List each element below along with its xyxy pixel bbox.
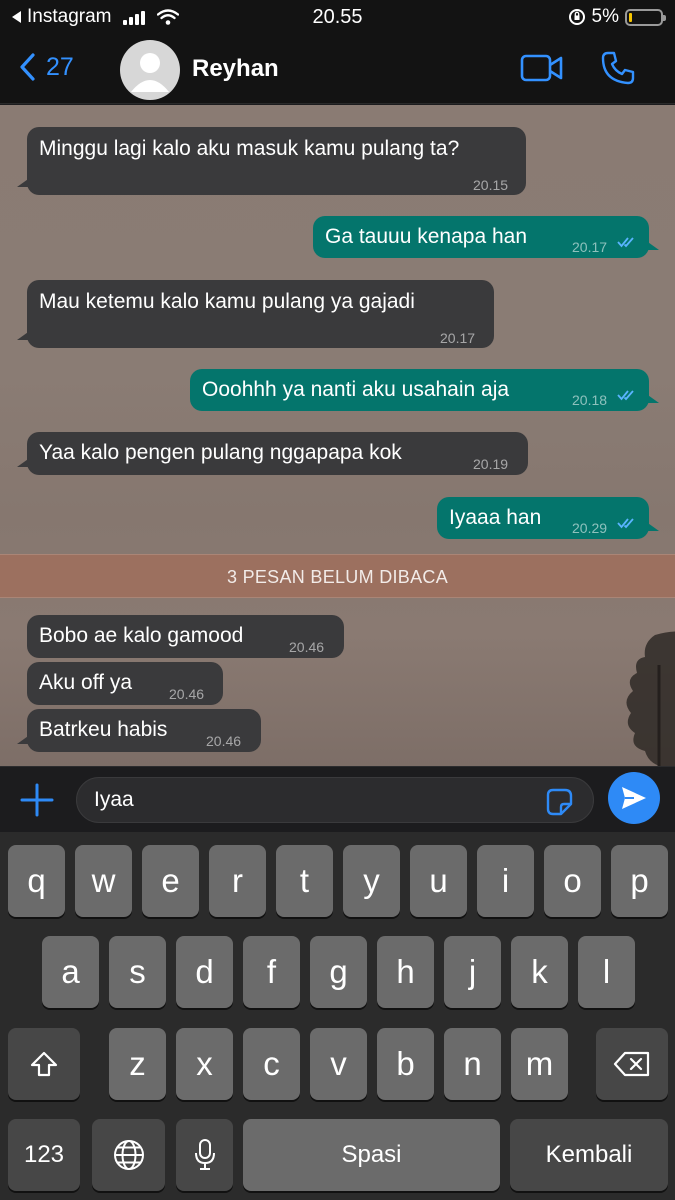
orientation-lock-icon <box>568 9 585 25</box>
message-time: 20.18 <box>572 392 608 408</box>
message-bubble-incoming[interactable]: Aku off ya 20.46 <box>27 662 223 705</box>
key-i[interactable]: i <box>477 845 534 917</box>
key-u[interactable]: u <box>410 845 467 917</box>
message-text: Yaa kalo pengen pulang nggapapa kok <box>39 441 402 464</box>
unread-messages-banner: 3 PESAN BELUM DIBACA <box>0 554 675 598</box>
key-z[interactable]: z <box>109 1028 166 1100</box>
message-input-bar <box>0 766 675 832</box>
microphone-icon <box>194 1139 215 1170</box>
message-text: Mau ketemu kalo kamu pulang ya gajadi <box>39 290 415 313</box>
key-h[interactable]: h <box>377 936 434 1008</box>
message-time: 20.29 <box>572 520 608 536</box>
send-button[interactable] <box>608 772 660 824</box>
battery-level <box>629 12 632 22</box>
status-right: 5% <box>568 6 666 28</box>
shift-icon <box>30 1051 58 1077</box>
wallpaper-tree-silhouette <box>626 631 675 766</box>
key-p[interactable]: p <box>611 845 668 917</box>
key-y[interactable]: y <box>343 845 400 917</box>
backspace-icon <box>613 1051 650 1077</box>
key-t[interactable]: t <box>276 845 333 917</box>
key-k[interactable]: k <box>511 936 568 1008</box>
key-d[interactable]: d <box>176 936 233 1008</box>
message-bubble-outgoing[interactable]: Ga tauuu kenapa han 20.17 <box>313 216 659 258</box>
key-o[interactable]: o <box>544 845 601 917</box>
message-bubble-incoming[interactable]: Batrkeu habis 20.46 <box>17 709 261 752</box>
key-n[interactable]: n <box>444 1028 501 1100</box>
globe-icon <box>113 1140 144 1170</box>
key-r[interactable]: r <box>209 845 266 917</box>
key-q[interactable]: q <box>8 845 65 917</box>
default-avatar-icon <box>131 53 169 92</box>
message-time: 20.19 <box>473 456 509 472</box>
key-w[interactable]: w <box>75 845 132 917</box>
keyboard: q w e r t y u i o p a s d f g h j k l z … <box>0 832 675 1200</box>
numbers-key[interactable]: 123 <box>8 1119 80 1191</box>
back-button[interactable]: 27 <box>18 52 74 82</box>
key-l[interactable]: l <box>578 936 635 1008</box>
chevron-left-icon <box>20 53 35 81</box>
key-e[interactable]: e <box>142 845 199 917</box>
message-bubble-outgoing[interactable]: Ooohhh ya nanti aku usahain aja 20.18 <box>190 369 659 411</box>
message-text: Batrkeu habis <box>39 718 168 741</box>
contact-name[interactable]: Reyhan <box>192 55 279 83</box>
key-a[interactable]: a <box>42 936 99 1008</box>
globe-key[interactable] <box>92 1119 165 1191</box>
key-m[interactable]: m <box>511 1028 568 1100</box>
message-text: Ga tauuu kenapa han <box>325 225 528 248</box>
chat-area[interactable]: Minggu lagi kalo aku masuk kamu pulang t… <box>0 105 675 766</box>
status-bar: Instagram 20.55 5% <box>0 0 675 34</box>
key-g[interactable]: g <box>310 936 367 1008</box>
key-c[interactable]: c <box>243 1028 300 1100</box>
message-time: 20.17 <box>440 330 476 346</box>
key-b[interactable]: b <box>377 1028 434 1100</box>
shift-key[interactable] <box>8 1028 80 1100</box>
message-bubble-incoming[interactable]: Yaa kalo pengen pulang nggapapa kok 20.1… <box>17 432 528 475</box>
key-f[interactable]: f <box>243 936 300 1008</box>
message-bubble-incoming[interactable]: Mau ketemu kalo kamu pulang ya gajadi 20… <box>17 280 494 348</box>
message-text: Ooohhh ya nanti aku usahain aja <box>202 378 510 401</box>
message-text: Bobo ae kalo gamood <box>39 624 244 647</box>
read-ticks-icon <box>617 237 634 248</box>
message-text: Iyaaa han <box>449 506 542 529</box>
dictation-key[interactable] <box>176 1119 233 1191</box>
message-time: 20.15 <box>473 177 509 193</box>
send-icon <box>622 787 646 809</box>
unread-count: 27 <box>46 52 74 81</box>
message-bubble-incoming[interactable]: Minggu lagi kalo aku masuk kamu pulang t… <box>17 127 526 195</box>
plus-icon[interactable] <box>20 783 54 817</box>
space-key[interactable]: Spasi <box>243 1119 500 1191</box>
avatar[interactable] <box>120 40 180 100</box>
message-time: 20.46 <box>169 686 205 702</box>
key-x[interactable]: x <box>176 1028 233 1100</box>
chat-header: 27 Reyhan <box>0 34 675 104</box>
message-text: Minggu lagi kalo aku masuk kamu pulang t… <box>39 137 460 160</box>
message-time: 20.46 <box>206 733 242 749</box>
key-s[interactable]: s <box>109 936 166 1008</box>
return-key[interactable]: Kembali <box>510 1119 668 1191</box>
message-time: 20.17 <box>572 239 608 255</box>
sticker-icon[interactable] <box>544 787 574 817</box>
read-ticks-icon <box>617 390 634 401</box>
backspace-key[interactable] <box>596 1028 668 1100</box>
phone-icon[interactable] <box>600 50 636 86</box>
key-v[interactable]: v <box>310 1028 367 1100</box>
battery-icon <box>625 8 666 26</box>
message-bubble-outgoing[interactable]: Iyaaa han 20.29 <box>437 497 659 539</box>
message-time: 20.46 <box>289 639 325 655</box>
key-j[interactable]: j <box>444 936 501 1008</box>
video-camera-icon[interactable] <box>520 54 564 82</box>
message-text: Aku off ya <box>39 671 133 694</box>
message-input[interactable] <box>76 777 594 823</box>
message-bubble-incoming[interactable]: Bobo ae kalo gamood 20.46 <box>27 615 344 658</box>
battery-percent: 5% <box>591 6 619 27</box>
read-ticks-icon <box>617 518 634 529</box>
